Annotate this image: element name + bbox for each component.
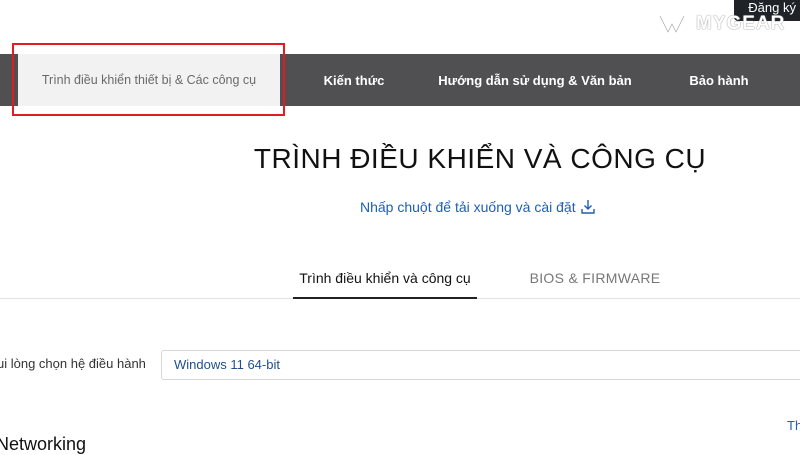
- right-edge-link[interactable]: Th: [787, 418, 800, 433]
- nav-tab-manuals[interactable]: Hướng dẫn sử dụng & Văn bản: [430, 54, 640, 106]
- nav-tab-warranty[interactable]: Bảo hành: [665, 54, 773, 106]
- highlight-annotation-box: [12, 43, 285, 116]
- page-title: TRÌNH ĐIỀU KHIỂN VÀ CÔNG CỤ: [253, 143, 707, 174]
- tab-drivers-tools[interactable]: Trình điều khiển và công cụ: [293, 266, 477, 299]
- os-select-dropdown[interactable]: Windows 11 64-bit: [161, 350, 800, 380]
- os-selected-value: Windows 11 64-bit: [174, 357, 280, 372]
- os-select-label: ui lòng chọn hệ điều hành: [0, 356, 146, 371]
- download-icon: [580, 200, 595, 214]
- download-link-text: Nhấp chuột để tải xuống và cài đặt: [360, 199, 576, 215]
- section-title-networking: Networking: [0, 434, 87, 454]
- nav-tab-knowledge[interactable]: Kiến thức: [300, 54, 408, 106]
- watermark-logo: MYGEAR: [658, 13, 785, 35]
- tab-bios-firmware[interactable]: BIOS & FIRMWARE: [520, 266, 670, 299]
- download-install-link[interactable]: Nhấp chuột để tải xuống và cài đặt: [360, 199, 596, 215]
- watermark-text: MYGEAR: [696, 13, 786, 34]
- mygear-logo-icon: [658, 15, 686, 35]
